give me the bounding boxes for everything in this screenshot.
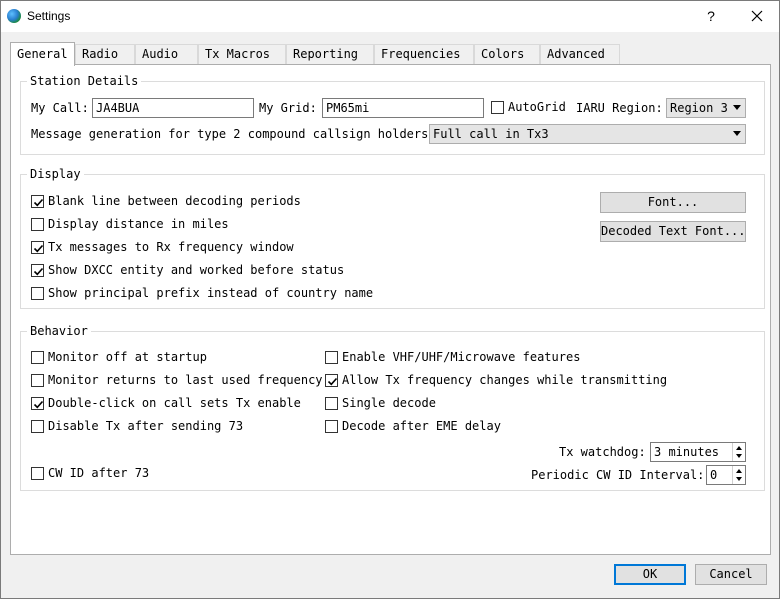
blank-line-label: Blank line between decoding periods xyxy=(48,194,301,208)
tab-advanced[interactable]: Advanced xyxy=(540,44,620,64)
dxcc-checkbox[interactable]: Show DXCC entity and worked before statu… xyxy=(31,262,361,278)
iaru-region-value: Region 3 xyxy=(670,101,728,115)
window-title: Settings xyxy=(27,9,71,23)
tx-watchdog-value: 3 minutes xyxy=(654,445,720,459)
monitor-off-box xyxy=(31,351,44,364)
checkmark-icon xyxy=(327,377,338,386)
station-details-title: Station Details xyxy=(27,74,142,88)
arrow-down-icon xyxy=(736,477,742,481)
my-call-field[interactable]: JA4BUA xyxy=(92,98,254,118)
disable-tx-box xyxy=(31,420,44,433)
tab-reporting[interactable]: Reporting xyxy=(286,44,374,64)
cw-interval-value: 0 xyxy=(710,468,718,482)
allow-tx-freq-label: Allow Tx frequency changes while transmi… xyxy=(342,373,668,387)
monitor-returns-label: Monitor returns to last used frequency xyxy=(48,373,323,387)
behavior-group: Behavior Monitor off at startup Monitor … xyxy=(20,324,765,491)
blank-line-box xyxy=(31,195,44,208)
tab-frequencies[interactable]: Frequencies xyxy=(374,44,474,64)
single-decode-checkbox[interactable]: Single decode xyxy=(325,395,525,411)
my-call-label: My Call: xyxy=(31,101,89,115)
principal-prefix-checkbox[interactable]: Show principal prefix instead of country… xyxy=(31,285,381,301)
arrow-up-icon xyxy=(736,469,742,473)
cw-interval-stepper[interactable] xyxy=(732,466,745,484)
dxcc-label: Show DXCC entity and worked before statu… xyxy=(48,263,345,277)
disable-tx-label: Disable Tx after sending 73 xyxy=(48,419,244,433)
checkmark-icon xyxy=(33,244,44,253)
autogrid-box xyxy=(491,101,504,114)
app-globe-icon xyxy=(7,9,21,23)
checkmark-icon xyxy=(33,267,44,276)
cw-interval-label: Periodic CW ID Interval: xyxy=(531,468,705,482)
distance-miles-box xyxy=(31,218,44,231)
autogrid-label: AutoGrid xyxy=(508,100,566,114)
vhf-features-box xyxy=(325,351,338,364)
cw-id-label: CW ID after 73 xyxy=(48,466,150,480)
double-click-checkbox[interactable]: Double-click on call sets Tx enable xyxy=(31,395,321,411)
help-button[interactable]: ? xyxy=(701,5,721,27)
close-icon[interactable] xyxy=(745,5,769,27)
msg-gen-value: Full call in Tx3 xyxy=(433,127,549,141)
font-button[interactable]: Font... xyxy=(600,192,746,213)
monitor-returns-box xyxy=(31,374,44,387)
distance-miles-checkbox[interactable]: Display distance in miles xyxy=(31,216,331,232)
checkmark-icon xyxy=(33,400,44,409)
title-bar: Settings ? xyxy=(1,1,779,32)
my-grid-field[interactable]: PM65mi xyxy=(322,98,484,118)
cw-id-box xyxy=(31,467,44,480)
station-details-group: Station Details My Call: JA4BUA My Grid:… xyxy=(20,74,765,155)
arrow-down-icon xyxy=(736,454,742,458)
monitor-off-checkbox[interactable]: Monitor off at startup xyxy=(31,349,321,365)
tx-watchdog-spinbox[interactable]: 3 minutes xyxy=(650,442,746,462)
arrow-up-icon xyxy=(736,446,742,450)
msg-gen-label: Message generation for type 2 compound c… xyxy=(31,127,436,141)
display-title: Display xyxy=(27,167,84,181)
allow-tx-freq-box xyxy=(325,374,338,387)
tx-messages-box xyxy=(31,241,44,254)
tx-watchdog-stepper[interactable] xyxy=(732,443,745,461)
eme-delay-checkbox[interactable]: Decode after EME delay xyxy=(325,418,525,434)
tab-radio[interactable]: Radio xyxy=(75,44,135,64)
distance-miles-label: Display distance in miles xyxy=(48,217,229,231)
vhf-features-checkbox[interactable]: Enable VHF/UHF/Microwave features xyxy=(325,349,625,365)
monitor-returns-checkbox[interactable]: Monitor returns to last used frequency xyxy=(31,372,323,388)
checkmark-icon xyxy=(33,198,44,207)
tx-watchdog-label: Tx watchdog: xyxy=(559,445,646,459)
double-click-box xyxy=(31,397,44,410)
disable-tx-checkbox[interactable]: Disable Tx after sending 73 xyxy=(31,418,321,434)
eme-delay-box xyxy=(325,420,338,433)
vhf-features-label: Enable VHF/UHF/Microwave features xyxy=(342,350,581,364)
my-grid-label: My Grid: xyxy=(259,101,317,115)
tx-messages-label: Tx messages to Rx frequency window xyxy=(48,240,294,254)
dxcc-box xyxy=(31,264,44,277)
single-decode-label: Single decode xyxy=(342,396,436,410)
decoded-text-font-button[interactable]: Decoded Text Font... xyxy=(600,221,746,242)
iaru-region-select[interactable]: Region 3 xyxy=(666,98,746,118)
iaru-region-label: IARU Region: xyxy=(576,101,663,115)
autogrid-checkbox[interactable]: AutoGrid xyxy=(491,99,581,115)
general-tab-panel: Station Details My Call: JA4BUA My Grid:… xyxy=(10,64,771,555)
tx-messages-checkbox[interactable]: Tx messages to Rx frequency window xyxy=(31,239,331,255)
settings-dialog: Settings ? General Radio Audio Tx Macros… xyxy=(0,0,780,599)
tab-audio[interactable]: Audio xyxy=(135,44,198,64)
cancel-button[interactable]: Cancel xyxy=(695,564,767,585)
blank-line-checkbox[interactable]: Blank line between decoding periods xyxy=(31,193,331,209)
chevron-down-icon xyxy=(733,131,741,136)
tab-colors[interactable]: Colors xyxy=(474,44,540,64)
single-decode-box xyxy=(325,397,338,410)
display-group: Display Blank line between decoding peri… xyxy=(20,167,765,309)
principal-prefix-box xyxy=(31,287,44,300)
ok-button[interactable]: OK xyxy=(614,564,686,585)
cw-interval-spinbox[interactable]: 0 xyxy=(706,465,746,485)
chevron-down-icon xyxy=(733,105,741,110)
tab-tx-macros[interactable]: Tx Macros xyxy=(198,44,286,64)
msg-gen-select[interactable]: Full call in Tx3 xyxy=(429,124,746,144)
cw-id-checkbox[interactable]: CW ID after 73 xyxy=(31,465,171,481)
allow-tx-freq-checkbox[interactable]: Allow Tx frequency changes while transmi… xyxy=(325,372,667,388)
principal-prefix-label: Show principal prefix instead of country… xyxy=(48,286,374,300)
behavior-title: Behavior xyxy=(27,324,91,338)
tab-general[interactable]: General xyxy=(10,42,75,66)
double-click-label: Double-click on call sets Tx enable xyxy=(48,396,301,410)
monitor-off-label: Monitor off at startup xyxy=(48,350,207,364)
eme-delay-label: Decode after EME delay xyxy=(342,419,501,433)
